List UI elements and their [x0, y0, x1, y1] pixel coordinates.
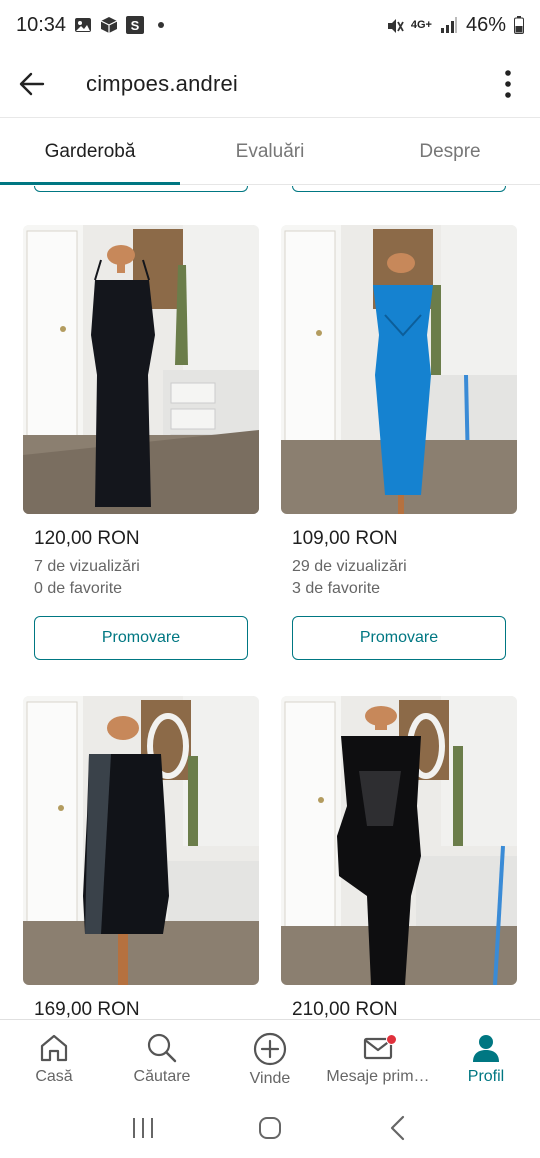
promote-button-partial[interactable]	[34, 186, 248, 192]
tab-about[interactable]: Despre	[360, 119, 540, 184]
status-bar: 10:34 S 4G+ 46%	[0, 0, 540, 50]
nav-home-label: Casă	[35, 1068, 73, 1085]
nav-search-label: Căutare	[133, 1068, 191, 1085]
listing-views: 7 de vizualizări	[34, 558, 140, 575]
home-circle-icon	[258, 1116, 281, 1139]
battery-level: 46%	[465, 13, 506, 36]
image-icon	[74, 16, 92, 34]
dress-shape	[91, 280, 155, 507]
back-system-button[interactable]	[377, 1108, 417, 1148]
listing-price: 210,00 RON	[292, 999, 398, 1019]
tab-wardrobe[interactable]: Garderobă	[0, 119, 180, 185]
person-icon	[473, 1035, 499, 1062]
battery-icon	[514, 16, 524, 34]
nav-inbox[interactable]: Mesaje prim…	[324, 1020, 432, 1097]
arrow-left-icon	[19, 72, 45, 95]
recents-button[interactable]	[123, 1108, 163, 1148]
signal-icon	[440, 16, 458, 34]
bottom-navigation: Casă Căutare Vinde Mesaje prim… Profil	[0, 1019, 540, 1097]
plus-circle-icon	[253, 1032, 287, 1066]
listing-favorites: 3 de favorite	[292, 580, 381, 597]
listing-card[interactable]: 169,00 RON	[23, 696, 259, 1019]
mute-icon	[385, 16, 404, 34]
search-icon	[147, 1033, 177, 1063]
promote-button-partial[interactable]	[292, 186, 506, 192]
box-icon	[100, 16, 118, 34]
listing-photo[interactable]	[23, 696, 259, 985]
s-app-icon: S	[126, 16, 145, 34]
promote-button[interactable]: Promovare	[34, 616, 248, 660]
back-chevron-icon	[390, 1115, 404, 1140]
nav-search[interactable]: Căutare	[108, 1020, 216, 1097]
nav-profile-label: Profil	[467, 1068, 505, 1085]
listing-photo[interactable]	[23, 225, 259, 514]
system-navigation-bar	[0, 1097, 540, 1158]
top-app-bar: cimpoes.andrei	[0, 50, 540, 118]
status-time: 10:34	[16, 13, 67, 36]
nav-home[interactable]: Casă	[0, 1020, 108, 1097]
profile-tabs: Garderobă Evaluări Despre	[0, 119, 540, 185]
listing-card[interactable]: 109,00 RON 29 de vizualizări 3 de favori…	[281, 225, 517, 660]
listing-views: 29 de vizualizări	[292, 558, 407, 575]
listing-favorites: 0 de favorite	[34, 580, 123, 597]
recents-icon	[133, 1117, 154, 1138]
promote-button[interactable]: Promovare	[292, 616, 506, 660]
listing-price: 109,00 RON	[292, 528, 398, 549]
nav-sell[interactable]: Vinde	[216, 1020, 324, 1097]
wardrobe-grid: 120,00 RON 7 de vizualizări 0 de favorit…	[0, 186, 540, 1019]
unread-badge	[386, 1034, 397, 1045]
listing-price: 120,00 RON	[34, 528, 140, 549]
listing-card[interactable]: 120,00 RON 7 de vizualizări 0 de favorit…	[23, 225, 259, 660]
profile-username: cimpoes.andrei	[86, 70, 238, 96]
home-icon	[40, 1034, 68, 1062]
listing-card[interactable]: 210,00 RON	[281, 696, 517, 1019]
back-button[interactable]	[0, 50, 64, 118]
nav-inbox-label: Mesaje prim…	[326, 1068, 430, 1085]
dot-icon	[152, 16, 170, 34]
more-vertical-icon	[505, 69, 511, 98]
svg-text:S: S	[131, 18, 140, 33]
home-button[interactable]	[250, 1108, 290, 1148]
network-type: 4G+	[410, 18, 432, 31]
nav-profile[interactable]: Profil	[432, 1020, 540, 1097]
listing-photo[interactable]	[281, 225, 517, 514]
nav-sell-label: Vinde	[249, 1070, 291, 1087]
tab-reviews[interactable]: Evaluări	[180, 119, 360, 184]
listing-price: 169,00 RON	[34, 999, 140, 1019]
more-options-button[interactable]	[476, 50, 540, 118]
listing-photo[interactable]	[281, 696, 517, 985]
